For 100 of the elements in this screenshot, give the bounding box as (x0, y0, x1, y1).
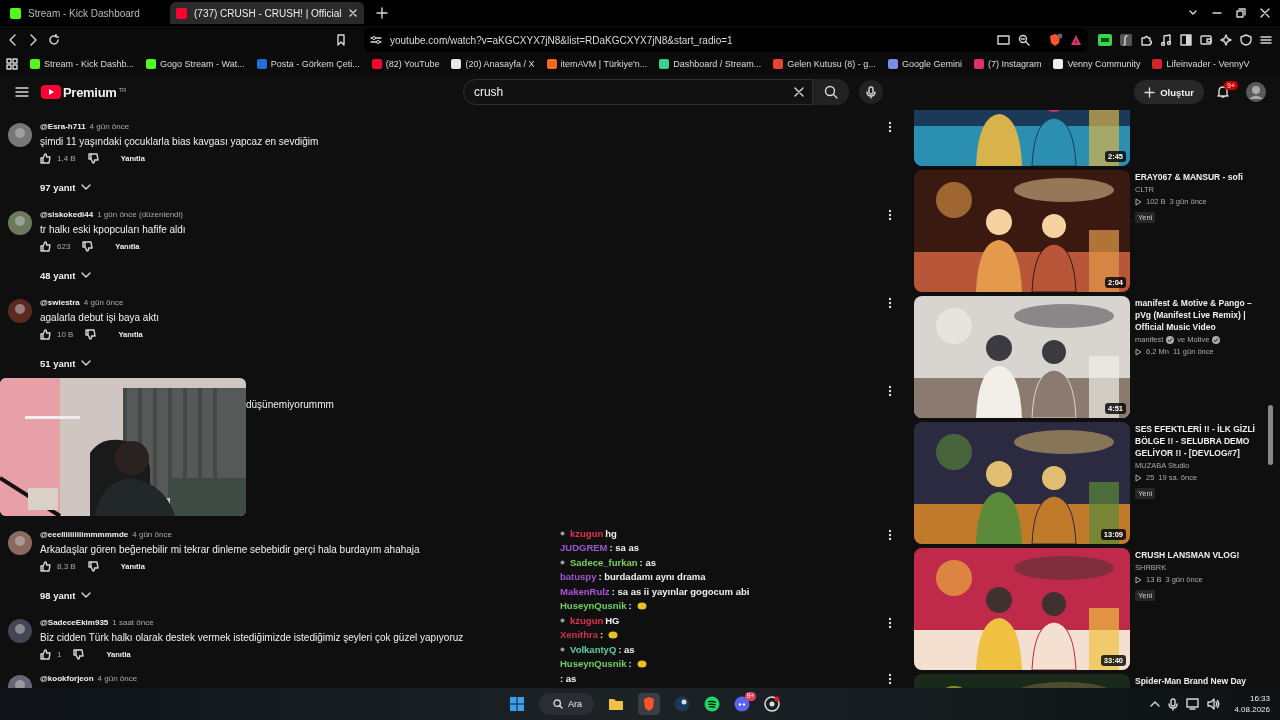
like-icon[interactable] (40, 240, 51, 252)
chat-username: kzugun (570, 614, 604, 626)
like-icon[interactable] (40, 560, 51, 572)
comment-author[interactable]: @siskokedi44 (40, 207, 94, 222)
bookmark[interactable]: (20) Anasayfa / X (451, 59, 535, 69)
bookmark[interactable]: Lifeinvader - VennyV (1152, 59, 1250, 69)
tune-icon[interactable] (370, 35, 382, 45)
dislike-icon[interactable] (82, 240, 94, 252)
more-icon[interactable] (888, 385, 892, 397)
dislike-icon[interactable] (87, 152, 99, 164)
mic-button[interactable] (858, 80, 883, 104)
app-icon[interactable] (734, 696, 750, 712)
close-icon[interactable] (1260, 8, 1270, 18)
music-note-icon[interactable] (1160, 34, 1172, 46)
search-button[interactable] (812, 79, 849, 105)
clock[interactable]: 16:33 4.08.2026 (1234, 693, 1270, 715)
logo-text[interactable]: Premium (63, 84, 117, 100)
menu-icon[interactable] (1260, 34, 1272, 46)
app-icon[interactable] (674, 696, 690, 712)
zoom-icon[interactable] (1018, 34, 1030, 46)
comment-author[interactable]: @swiestra (40, 295, 80, 310)
search-field[interactable]: crush (462, 79, 813, 105)
dislike-icon[interactable] (85, 328, 97, 340)
replies-toggle[interactable]: 98 yanıt (40, 585, 92, 605)
dislike-icon[interactable] (73, 648, 85, 660)
bookmark[interactable]: Stream - Kick Dashb... (30, 59, 135, 69)
bookmark[interactable]: (82) YouTube (371, 59, 440, 69)
sidebar-icon[interactable] (1180, 34, 1192, 46)
like-icon[interactable] (40, 152, 51, 164)
bookmark[interactable]: Gelen Kutusu (8) - g... (773, 59, 876, 69)
comment-text: Biz cidden Türk halkı olarak destek vermek istediğimizde istediğimiz şeyleri çok güzel yapıyoruz (40, 631, 464, 645)
bookmark[interactable]: Google Gemini (887, 59, 962, 69)
triangle-icon[interactable] (1070, 34, 1082, 46)
dislike-icon[interactable] (87, 560, 99, 572)
more-icon[interactable] (888, 529, 892, 541)
bookmark[interactable]: Dashboard / Stream... (659, 59, 762, 69)
sparkle-icon[interactable] (1220, 34, 1232, 46)
video-title[interactable]: CRUSH LANSMAN VLOG! (1135, 549, 1263, 561)
puzzle-icon[interactable] (1140, 34, 1152, 46)
comment-author[interactable]: @eeelliiiiiiiimmmmmde (40, 527, 129, 542)
browser-tab[interactable]: Stream - Kick Dashboard (4, 2, 166, 24)
bookmark[interactable]: (7) Instagram (973, 59, 1042, 69)
restore-icon[interactable] (1236, 8, 1246, 18)
comment-author[interactable]: @SadeceEkim935 (40, 615, 109, 630)
reload-icon[interactable] (48, 34, 60, 46)
bookmark[interactable]: Venny Community (1053, 59, 1141, 69)
cast-icon[interactable] (997, 34, 1010, 46)
bookmark[interactable]: Gogo Stream - Wat... (146, 59, 245, 69)
more-icon[interactable] (888, 297, 892, 309)
video-title[interactable]: SES EFEKTLERİ !! - İLK GİZLİ BÖLGE !! - SELUBRA DEMO GELİYOR !! - [DEVLOG#7] (1135, 423, 1263, 459)
replies-toggle[interactable]: 97 yanıt (40, 177, 92, 197)
like-icon[interactable] (40, 648, 51, 660)
bookmark[interactable]: itemAVM | Türkiye'n... (546, 59, 648, 69)
replies-toggle[interactable]: 51 yanıt (40, 353, 92, 373)
avatar[interactable] (1246, 82, 1266, 102)
folder-icon[interactable] (608, 697, 624, 711)
comment-author[interactable]: @kookforjeon (40, 671, 94, 686)
like-icon[interactable] (40, 328, 51, 340)
plus-icon[interactable] (376, 7, 389, 19)
badge-icon[interactable] (1098, 34, 1112, 46)
search-icon (553, 699, 563, 709)
menu-icon[interactable] (15, 86, 29, 98)
chevron-down-icon (81, 359, 92, 367)
replies-toggle[interactable]: 48 yanıt (40, 265, 92, 285)
comment-time: 4 gün önce (97, 673, 138, 685)
mic-icon[interactable] (1168, 697, 1179, 711)
search-field[interactable]: Ara (539, 693, 594, 715)
video-title[interactable]: manifest & Motive & Pango – pVg (Manifest Live Remix) | Official Music Video (1135, 297, 1263, 333)
play-logo-icon[interactable] (41, 85, 61, 99)
app-icon[interactable] (764, 696, 780, 712)
apps-icon[interactable] (6, 58, 18, 70)
forward-icon[interactable] (28, 34, 38, 46)
chat-username: kzugun (570, 527, 604, 539)
video-title[interactable]: Spider-Man Brand New Day (1135, 675, 1263, 687)
video-title[interactable]: ERAY067 & MANSUR - sofi (1135, 171, 1263, 183)
more-icon[interactable] (888, 209, 892, 221)
like-count: 10 B (57, 329, 74, 339)
wallet-icon[interactable] (1200, 34, 1212, 46)
back-icon[interactable] (8, 34, 18, 46)
more-icon[interactable] (888, 617, 892, 629)
comment-author[interactable]: @Esra-h711 (40, 119, 86, 134)
browser-icon[interactable] (641, 696, 657, 712)
bookmark-icon[interactable] (336, 34, 346, 46)
clear-icon[interactable] (792, 86, 805, 98)
mic-icon (865, 85, 876, 99)
more-icon[interactable] (888, 673, 892, 685)
more-icon[interactable] (888, 121, 892, 133)
chevron-up-icon[interactable] (1150, 700, 1161, 708)
close-icon[interactable] (348, 8, 359, 18)
shield-icon[interactable] (1048, 33, 1062, 47)
create-button[interactable]: Oluştur (1134, 80, 1204, 104)
speaker-icon[interactable] (1207, 698, 1221, 710)
script-icon[interactable] (1120, 34, 1132, 46)
shield-icon[interactable] (1240, 34, 1252, 46)
bookmark[interactable]: Posta - Görkem Çeti... (256, 59, 360, 69)
monitor-icon[interactable] (1186, 698, 1200, 710)
scrollbar-thumb[interactable] (1268, 405, 1273, 465)
windows-icon[interactable] (509, 696, 525, 712)
browser-tab[interactable]: (737) CRUSH - CRUSH! | Official (170, 2, 365, 24)
app-icon[interactable] (704, 696, 720, 712)
